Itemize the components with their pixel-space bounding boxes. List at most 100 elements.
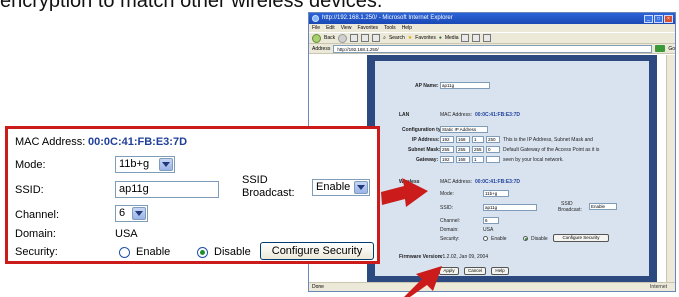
chevron-down-icon[interactable]	[354, 181, 368, 194]
wl-ssid-broadcast-select[interactable]: Enable	[589, 203, 617, 210]
callout-channel-value: 6	[119, 207, 126, 219]
callout-mac-label: MAC Address:	[15, 136, 86, 148]
media-label[interactable]: Media	[445, 35, 459, 41]
forward-icon[interactable]	[338, 33, 348, 43]
callout-channel-select[interactable]: 6	[115, 205, 148, 222]
go-label[interactable]: Go	[668, 46, 675, 52]
search-label[interactable]: Search	[389, 35, 405, 41]
wl-security-enable-label: Enable	[491, 236, 507, 242]
wl-ssid-broadcast-label-2: Broadcast:	[558, 207, 582, 213]
ip-octet-4[interactable]: 250	[486, 136, 500, 143]
callout-security-disable-label: Disable	[214, 246, 251, 258]
chevron-down-icon[interactable]	[132, 207, 146, 220]
menu-help[interactable]: Help	[402, 24, 412, 32]
callout-ssid-broadcast-label-1: SSID	[242, 174, 268, 186]
window-title: http://192.168.1.250/ - Microsoft Intern…	[322, 15, 453, 21]
ip-label: IP Address:	[412, 137, 440, 143]
ip-octet-2[interactable]: 168	[456, 136, 470, 143]
status-zone: Internet	[650, 284, 667, 290]
status-text: Done	[312, 284, 324, 290]
menu-edit[interactable]: Edit	[326, 24, 335, 32]
ip-octet-3[interactable]: 1	[472, 136, 484, 143]
wl-mac-label: MAC Address:	[440, 179, 472, 185]
wl-ssid-input[interactable]: ap11g	[483, 204, 537, 211]
callout-mode-select[interactable]: 11b+g	[115, 156, 175, 173]
callout-mode-value: 11b+g	[119, 158, 150, 170]
back-icon[interactable]	[312, 33, 321, 43]
ip-note: This is the IP Address, Subnet Mask and	[503, 137, 593, 143]
home-icon[interactable]	[372, 34, 381, 42]
menu-tools[interactable]: Tools	[384, 24, 396, 32]
callout-channel-label: Channel:	[15, 209, 60, 221]
scrollbar[interactable]	[666, 55, 675, 282]
gateway-octet-2[interactable]: 168	[456, 156, 470, 163]
config-panel-inner	[375, 61, 649, 276]
callout-ssid-broadcast-value: Enable	[316, 181, 351, 193]
callout-ssid-broadcast-label-2: Broadcast:	[242, 187, 295, 199]
back-label[interactable]: Back	[324, 35, 335, 41]
wl-security-enable-radio[interactable]	[483, 236, 488, 241]
minimize-button[interactable]: _	[644, 14, 653, 23]
menu-file[interactable]: File	[312, 24, 320, 32]
wl-configure-security-button[interactable]: Configure Security	[553, 234, 609, 242]
callout-ssid-broadcast-select[interactable]: Enable	[312, 179, 370, 196]
address-input[interactable]: http://192.168.1.250/	[333, 44, 653, 53]
address-label: Address	[312, 45, 331, 52]
favorites-label[interactable]: Favorites	[415, 35, 436, 41]
gateway-octet-3[interactable]: 1	[472, 156, 484, 163]
wl-channel-select[interactable]: 6	[483, 217, 499, 224]
config-panel	[367, 55, 657, 282]
apply-button[interactable]: Apply	[439, 267, 459, 275]
callout-configure-security-button[interactable]: Configure Security	[260, 242, 374, 260]
menu-view[interactable]: View	[341, 24, 352, 32]
subnet-octet-1[interactable]: 255	[440, 146, 454, 153]
subnet-note: Default Gateway of the Access Point as i…	[503, 147, 600, 153]
callout-security-disable-radio[interactable]	[197, 247, 208, 258]
search-icon[interactable]: ⌕	[383, 35, 386, 41]
print-icon[interactable]	[483, 34, 492, 42]
callout-domain-value: USA	[115, 228, 138, 240]
callout-security-enable-radio[interactable]	[119, 247, 130, 258]
cancel-button[interactable]: Cancel	[464, 267, 486, 275]
wl-security-disable-label: Disable	[531, 236, 548, 242]
firmware-label: Firmware Version:	[399, 254, 443, 260]
wl-channel-label: Channel:	[440, 218, 461, 224]
wl-domain-label: Domain:	[440, 227, 459, 233]
subnet-octet-3[interactable]: 255	[472, 146, 484, 153]
mail-icon[interactable]	[472, 34, 481, 42]
menu-favorites[interactable]: Favorites	[357, 24, 378, 32]
callout-ssid-input[interactable]: ap11g	[115, 181, 219, 198]
subnet-octet-2[interactable]: 255	[456, 146, 470, 153]
ap-name-input[interactable]: ap11g	[440, 82, 490, 89]
gateway-octet-4[interactable]	[486, 156, 500, 163]
config-type-select[interactable]: Static IP Address	[440, 126, 488, 133]
close-button[interactable]: ×	[664, 14, 673, 23]
callout-mode-label: Mode:	[15, 159, 46, 171]
maximize-button[interactable]: □	[654, 14, 663, 23]
wl-mac-value: 00:0C:41:FB:E3:7D	[475, 179, 521, 185]
chevron-down-icon[interactable]	[159, 158, 173, 171]
callout-mac-value: 00:0C:41:FB:E3:7D	[88, 136, 188, 148]
gateway-label: Gateway:	[416, 157, 439, 163]
help-button[interactable]: Help	[491, 267, 509, 275]
gateway-octet-1[interactable]: 192	[440, 156, 454, 163]
callout-domain-label: Domain:	[15, 228, 56, 240]
stop-icon[interactable]	[350, 34, 359, 42]
wl-mode-select[interactable]: 11b+g	[483, 190, 509, 197]
lan-mac-label: MAC Address:	[440, 112, 472, 118]
favorites-icon[interactable]: ★	[408, 35, 412, 41]
refresh-icon[interactable]	[361, 34, 370, 42]
media-icon[interactable]: ●	[439, 35, 442, 41]
history-icon[interactable]	[461, 34, 470, 42]
ip-octet-1[interactable]: 192	[440, 136, 454, 143]
subnet-octet-4[interactable]: 0	[486, 146, 500, 153]
wireless-label: Wireless	[399, 179, 420, 185]
wl-security-disable-radio[interactable]	[523, 236, 528, 241]
gateway-note: seen by your local network.	[503, 157, 564, 163]
wl-mode-label: Mode:	[440, 191, 454, 197]
subnet-label: Subnet Mask:	[408, 147, 441, 153]
wl-ssid-label: SSID:	[440, 205, 454, 211]
ap-name-label: AP Name:	[415, 83, 439, 89]
go-icon[interactable]	[655, 45, 666, 52]
toolbar: Back ⌕ Search ★ Favorites ● Media	[309, 32, 675, 44]
